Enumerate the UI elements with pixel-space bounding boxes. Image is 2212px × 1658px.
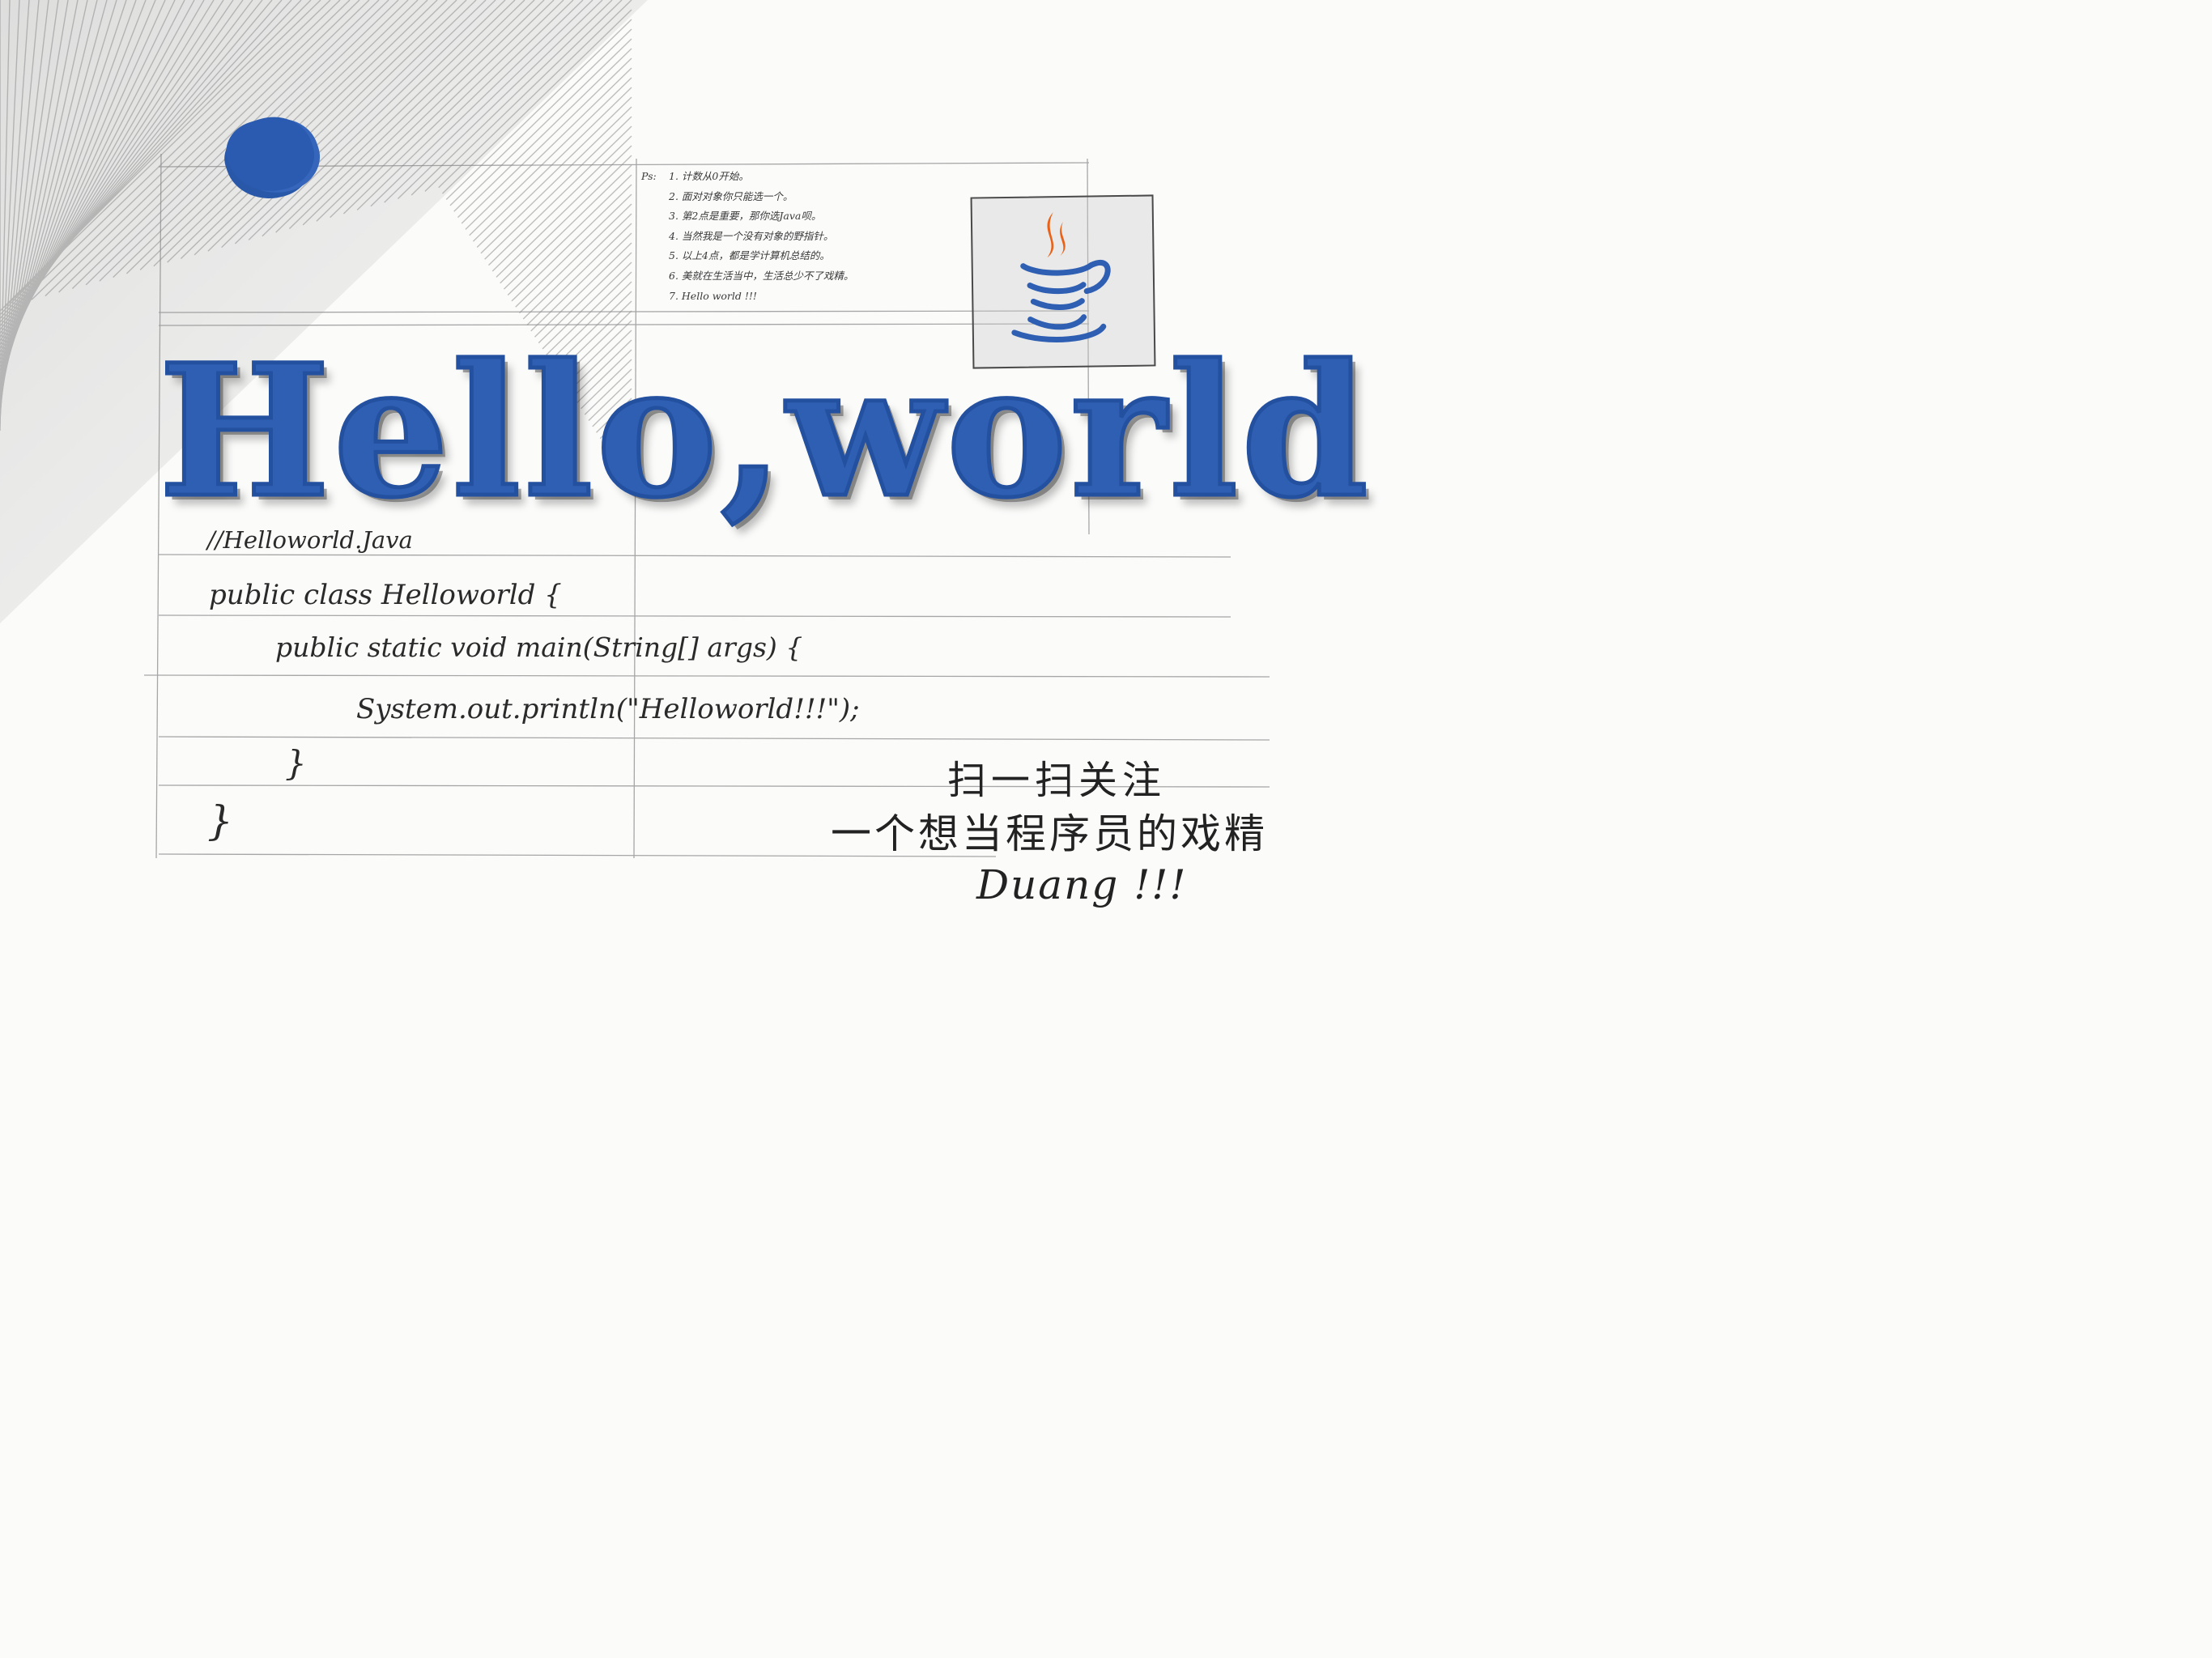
ps-note-item: 1. 计数从0开始。 <box>669 170 749 182</box>
promo-tagline: 一个想当程序员的戏精 <box>831 810 1268 857</box>
code-class-declaration: public class Helloworld { <box>209 579 562 611</box>
code-comment: //Helloworld.Java <box>207 526 413 554</box>
ps-note-item: 6. 美就在生活当中，生活总少不了戏精。 <box>669 269 854 282</box>
code-closing-brace-outer: } <box>207 797 233 844</box>
code-main-declaration: public static void main(String[] args) { <box>275 631 803 663</box>
ps-note-item: 4. 当然我是一个没有对象的野指针。 <box>669 229 834 242</box>
ps-note-item: 5. 以上4点，都是学计算机总结的。 <box>669 249 830 262</box>
ps-notes: Ps: 1. 计数从0开始。 2. 面对对象你只能选一个。 3. 第2点是重要，那… <box>641 167 933 306</box>
ps-note-item: 2. 面对对象你只能选一个。 <box>669 189 793 202</box>
promo-scan-follow: 扫一扫关注 <box>947 758 1167 803</box>
promo-duang: Duang !!! <box>976 861 1188 908</box>
code-print-statement: System.out.println("Helloworld!!!"); <box>356 693 860 725</box>
ps-note-item: 7. Hello world !!! <box>669 289 757 302</box>
ps-note-item: 3. 第2点是重要，那你选Java呗。 <box>669 210 822 223</box>
title-text: Hello,world <box>157 325 1372 538</box>
ps-label: Ps: <box>641 170 657 182</box>
hello-world-title: Hello,world <box>157 325 1372 538</box>
code-closing-brace-inner: } <box>285 743 307 783</box>
